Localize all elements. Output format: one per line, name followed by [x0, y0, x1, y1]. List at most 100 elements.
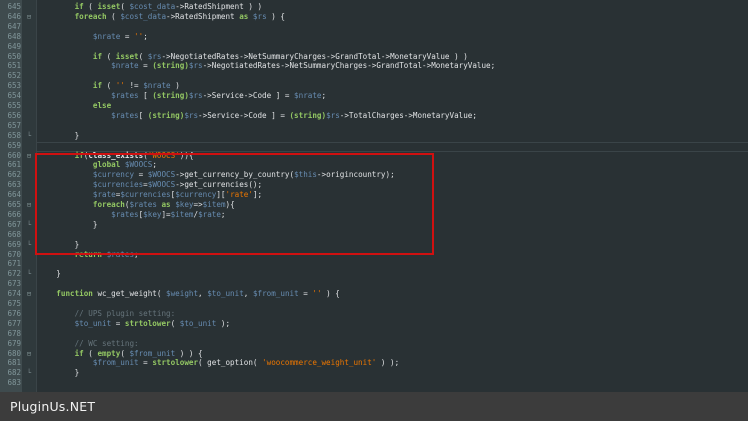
line-number: 648 [7, 31, 21, 41]
code-token: $from_unit [92, 358, 139, 368]
line-number: 651 [7, 61, 21, 71]
code-text: $nrate = ''; [38, 32, 148, 42]
code-token: 'woocommerce_weight_unit' [262, 358, 377, 368]
line-number: 667 [7, 219, 21, 229]
fold-end-icon: └ [26, 220, 32, 229]
code-line[interactable]: 680 ⊟ if ( empty( $from_unit ) ) { [0, 349, 748, 359]
code-token: // WC setting: [74, 338, 139, 348]
code-token: $to_unit [179, 318, 217, 328]
line-number: 682 [7, 368, 21, 378]
code-line[interactable]: 676 // UPS plugin setting: [0, 309, 748, 319]
code-line[interactable]: 677 $to_unit = strtolower( $to_unit ); [0, 319, 748, 329]
code-line[interactable]: 681 $from_unit = strtolower( get_option(… [0, 358, 748, 368]
code-line[interactable]: 657 [0, 121, 748, 131]
code-text: if ( empty( $from_unit ) ) { [38, 349, 203, 359]
code-token: $rs [252, 11, 267, 21]
code-token: strtolower [124, 318, 171, 328]
code-text: if ( isset( $rs->NegotiatedRates->NetSum… [38, 52, 468, 62]
line-number: 673 [7, 279, 21, 289]
highlight-annotation-box [35, 153, 434, 255]
line-number: 656 [7, 110, 21, 120]
code-token: '' [134, 31, 144, 41]
fold-toggle-icon[interactable]: ⊟ [23, 12, 35, 22]
code-token: strtolower [152, 358, 199, 368]
code-line[interactable]: 683 [0, 378, 748, 388]
code-token: '' [115, 81, 125, 91]
code-line[interactable]: 648 $nrate = ''; [0, 32, 748, 42]
code-token: $rs [188, 91, 203, 101]
code-line[interactable]: 649 [0, 42, 748, 52]
code-line[interactable]: 675 [0, 299, 748, 309]
code-line[interactable]: 679 // WC setting: [0, 339, 748, 349]
code-token: ( [138, 51, 148, 61]
code-token: ->NegotiatedRates->NetSummaryCharges->Gr… [202, 61, 496, 71]
line-number: 683 [7, 378, 21, 388]
fold-toggle-icon[interactable]: ⊟ [23, 200, 35, 210]
code-text: // WC setting: [38, 339, 139, 349]
line-number: 652 [7, 71, 21, 81]
code-token: ->TotalCharges->MonetaryValue; [339, 110, 477, 120]
line-number: 681 [7, 358, 21, 368]
code-line[interactable]: 650 if ( isset( $rs->NegotiatedRates->Ne… [0, 52, 748, 62]
code-token: if [92, 81, 103, 91]
code-line[interactable]: 654 $rates [ (string)$rs->Service->Code … [0, 91, 748, 101]
code-line[interactable]: 651 $nrate = (string)$rs->NegotiatedRate… [0, 61, 748, 71]
code-line[interactable]: 682 └ } [0, 368, 748, 378]
code-line[interactable]: 672 └ } [0, 269, 748, 279]
fold-toggle-icon[interactable]: ⊟ [23, 289, 35, 299]
code-line[interactable]: 678 [0, 329, 748, 339]
code-line[interactable]: 674 ⊟ function wc_get_weight( $weight, $t… [0, 289, 748, 299]
line-number: 675 [7, 299, 21, 308]
code-token: $rs [184, 110, 199, 120]
code-token: ) [170, 81, 180, 91]
line-number: 678 [7, 328, 21, 338]
code-token: $nrate [294, 91, 322, 101]
line-number: 664 [7, 190, 21, 200]
line-number: 680 [7, 348, 21, 358]
line-number: 649 [7, 41, 21, 51]
code-line[interactable]: 646 ⊟ foreach ( $cost_data->RatedShipment… [0, 12, 748, 22]
code-token: $rs [188, 61, 203, 71]
code-text: else [38, 101, 111, 111]
code-line[interactable]: 658 └ } [0, 131, 748, 141]
code-token: $rates [111, 110, 139, 120]
code-token: (string) [147, 110, 185, 120]
code-line[interactable]: 659 [0, 141, 748, 151]
code-line[interactable]: 645 if ( isset( $cost_data->RatedShipmen… [0, 2, 748, 12]
code-token: ( get_option( [198, 358, 263, 368]
code-token: ; [143, 31, 148, 41]
code-line[interactable]: 647 [0, 22, 748, 32]
code-line[interactable]: 653 if ( '' != $nrate ) [0, 81, 748, 91]
line-number: 670 [7, 249, 21, 259]
line-number: 661 [7, 160, 21, 170]
code-editor[interactable]: 645 if ( isset( $cost_data->RatedShipmen… [0, 0, 748, 392]
code-token: ) { [321, 289, 340, 299]
code-token: ) ); [376, 358, 400, 368]
code-token: } [38, 368, 80, 378]
code-token: $from_unit [129, 348, 176, 358]
fold-toggle-icon[interactable]: ⊟ [23, 151, 35, 161]
line-number: 666 [7, 209, 21, 219]
code-token: = [111, 318, 125, 328]
fold-toggle-icon[interactable]: ⊟ [23, 349, 35, 359]
code-line[interactable]: 656 $rates[ (string)$rs->Service->Code ]… [0, 111, 748, 121]
code-text: if ( isset( $cost_data->RatedShipment ) … [38, 2, 262, 12]
line-number: 677 [7, 318, 21, 328]
code-line[interactable]: 652 [0, 71, 748, 81]
line-number: 672 [7, 269, 21, 279]
code-text: // UPS plugin setting: [38, 309, 176, 319]
code-token: ->Service->Code ] = [202, 91, 295, 101]
code-line[interactable]: 673 [0, 279, 748, 289]
code-token: ) { [266, 11, 285, 21]
code-line[interactable]: 671 [0, 259, 748, 269]
code-token: (string) [289, 110, 327, 120]
line-number: 668 [7, 229, 21, 239]
code-line[interactable]: 655 else [0, 101, 748, 111]
